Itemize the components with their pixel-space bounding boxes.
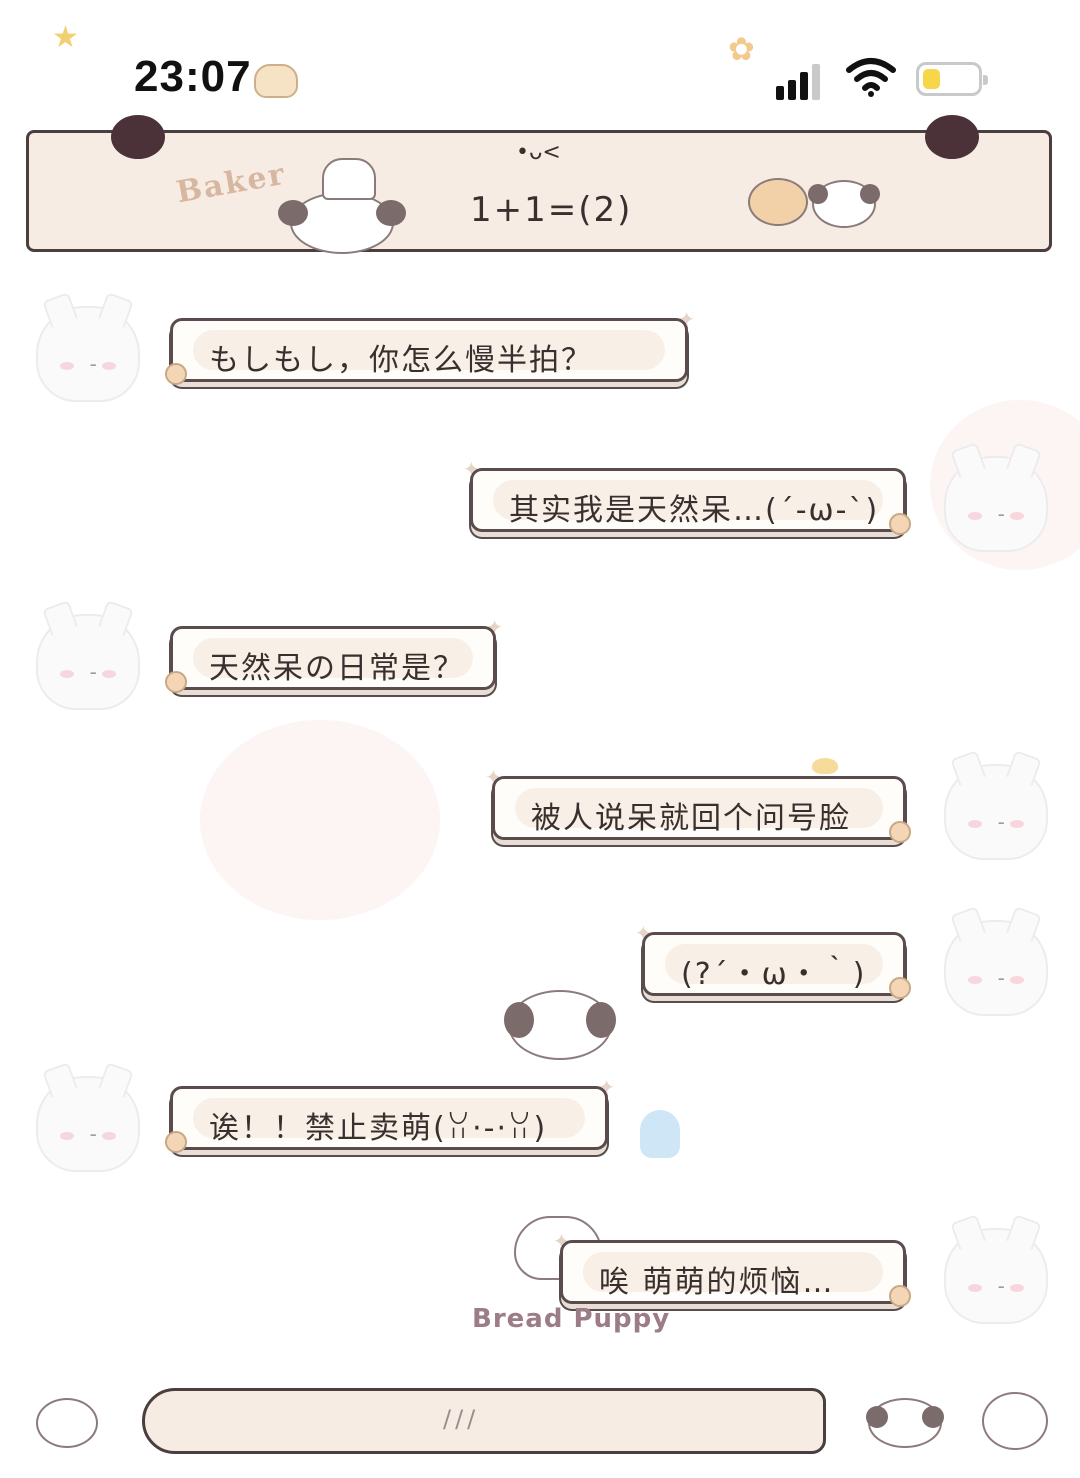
cat-icon[interactable]	[982, 1392, 1048, 1450]
paw-icon	[889, 977, 911, 999]
spot-decoration	[111, 115, 165, 159]
paw-icon	[889, 513, 911, 535]
message-text: 天然呆の日常是？	[209, 651, 465, 686]
cat-icon	[748, 178, 808, 226]
bone-icon: ✦	[463, 457, 480, 481]
heart-icon	[812, 758, 838, 774]
bone-icon: ✦	[486, 615, 503, 639]
message-bubble[interactable]: (?´・ω・｀) ✦	[635, 921, 911, 999]
ghost-icon	[640, 1110, 680, 1158]
message-text: 诶！！禁止卖萌(ꃋ·-·ꃋ)	[209, 1111, 548, 1146]
message-text: もしもし，你怎么慢半拍？	[209, 343, 593, 378]
paw-icon	[165, 363, 187, 385]
message-bubble[interactable]: 其实我是天然呆…(´-ω-`) ✦	[463, 457, 911, 535]
wifi-icon	[846, 58, 896, 97]
message-text: 其实我是天然呆…(´-ω-`)	[509, 493, 880, 528]
contact-avatar[interactable]: - -	[36, 614, 140, 710]
self-avatar[interactable]: - -	[944, 1228, 1048, 1324]
puppy-icon	[808, 180, 880, 228]
flower-icon: ✿	[728, 30, 755, 68]
self-avatar[interactable]: - -	[944, 456, 1048, 552]
message-bubble[interactable]: 天然呆の日常是？ ✦	[165, 615, 503, 693]
sticker-brand: Bread Puppy	[472, 1304, 671, 1334]
input-placeholder: ///	[443, 1405, 480, 1433]
self-avatar[interactable]: - -	[944, 920, 1048, 1016]
star-icon: ★	[52, 20, 79, 55]
message-bubble[interactable]: もしもし，你怎么慢半拍？ ✦	[165, 307, 695, 385]
bone-icon: ✦	[485, 765, 502, 789]
signal-icon	[776, 60, 828, 100]
contact-avatar[interactable]: - -	[36, 306, 140, 402]
paw-icon	[165, 671, 187, 693]
contact-avatar[interactable]: - -	[36, 1076, 140, 1172]
message-text: 被人说呆就回个问号脸	[531, 801, 851, 836]
message-bubble[interactable]: 被人说呆就回个问号脸 ✦	[485, 765, 911, 843]
paw-icon	[889, 821, 911, 843]
battery-level	[923, 69, 940, 89]
paw-icon	[165, 1131, 187, 1153]
message-bubble[interactable]: 诶！！禁止卖萌(ꃋ·-·ꃋ) ✦	[165, 1075, 615, 1153]
chat-subtitle: •ᴗ<	[516, 140, 561, 165]
message-input[interactable]: ///	[142, 1388, 826, 1454]
status-bar: ★ 23:07 ✿	[0, 0, 1080, 120]
bone-icon: ✦	[678, 307, 695, 331]
chat-title: 1+1=(2)	[470, 190, 633, 230]
spot-decoration	[925, 115, 979, 159]
status-time: 23:07	[134, 52, 252, 101]
bone-icon: ✦	[553, 1229, 570, 1253]
message-text: 唉 萌萌的烦恼…	[599, 1265, 835, 1300]
battery-icon	[916, 62, 988, 96]
chef-hat-icon	[322, 158, 376, 200]
message-text: (?´・ω・｀)	[681, 957, 867, 992]
chef-puppy-icon	[278, 192, 406, 254]
self-avatar[interactable]: - -	[944, 764, 1048, 860]
heart-decoration	[200, 720, 440, 920]
cat-avatar-icon[interactable]	[36, 1398, 98, 1448]
puppy-sticker-icon	[504, 990, 616, 1060]
paw-icon	[889, 1285, 911, 1307]
bone-icon: ✦	[635, 921, 652, 945]
message-bubble[interactable]: 唉 萌萌的烦恼… ✦	[553, 1229, 911, 1307]
bread-icon	[254, 64, 298, 98]
puppy-icon[interactable]	[866, 1398, 944, 1448]
bone-icon: ✦	[598, 1075, 615, 1099]
